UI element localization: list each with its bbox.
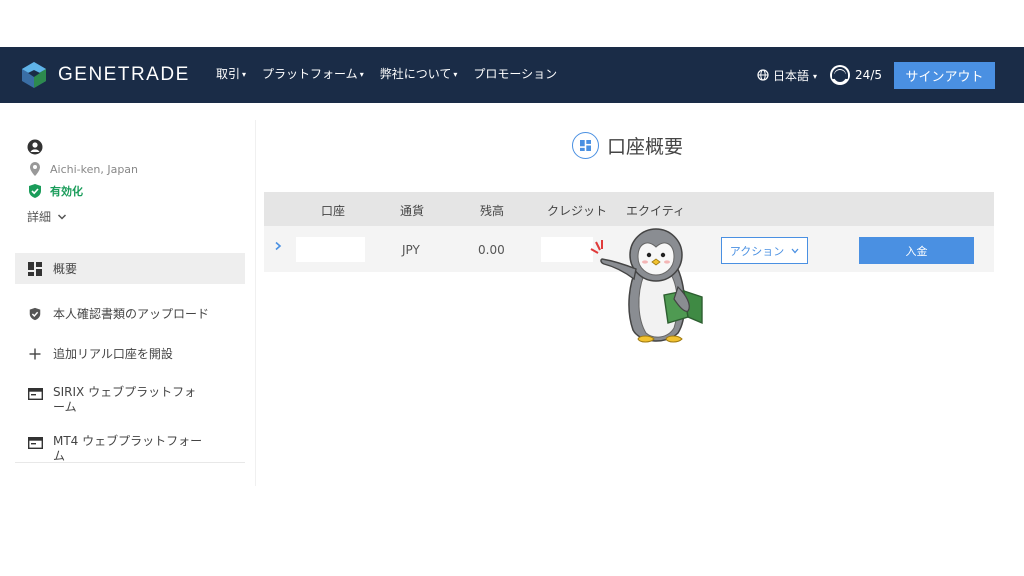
overview-icon (572, 132, 599, 159)
sidebar: Aichi-ken, Japan 有効化 詳細 概要 本人確認書類のアップロード… (15, 120, 245, 465)
sidebar-item-label: 概要 (53, 262, 78, 276)
sidebar-item-label: 追加リアル口座を開設 (53, 347, 173, 361)
dashboard-icon (27, 261, 43, 277)
column-header-equity: エクイティ (626, 204, 686, 218)
user-icon (27, 139, 43, 155)
genetrade-logo-icon (22, 62, 46, 88)
chevron-down-icon: ▾ (813, 71, 818, 81)
sidebar-divider (15, 462, 245, 463)
accounts-table-header: 口座 通貨 残高 クレジット エクイティ (264, 192, 994, 226)
action-dropdown-label: アクション (729, 244, 785, 258)
details-toggle[interactable]: 詳細 (27, 208, 138, 225)
balance-cell: 0.00 (478, 243, 505, 257)
logo-text: GENETRADE (58, 64, 190, 85)
nav-trading-label: 取引 (216, 67, 241, 81)
chevron-down-icon (791, 248, 799, 253)
sidebar-item-label: 本人確認書類のアップロード (53, 307, 210, 321)
header-right: 日本語 ▾ 24/5 サインアウト (757, 59, 995, 91)
sidebar-item-open-account[interactable]: 追加リアル口座を開設 (15, 345, 245, 362)
profile-panel: Aichi-ken, Japan 有効化 詳細 (27, 136, 138, 225)
signout-button[interactable]: サインアウト (894, 61, 995, 89)
account-number-cell (296, 237, 365, 262)
sidebar-item-label: MT4 ウェブプラットフォーム (53, 434, 203, 463)
status-badge: 有効化 (50, 185, 83, 198)
location-text: Aichi-ken, Japan (50, 162, 139, 176)
nav-platform-label: プラットフォーム (262, 67, 358, 81)
deposit-button[interactable]: 入金 (859, 237, 974, 264)
chevron-down-icon: ▾ (359, 70, 364, 79)
sidebar-item-upload-documents[interactable]: 本人確認書類のアップロード (15, 305, 245, 322)
sidebar-item-label: SIRIX ウェブプラットフォーム (53, 385, 197, 414)
column-header-credit: クレジット (547, 204, 608, 218)
expand-chevron-icon[interactable] (274, 240, 282, 254)
nav-about[interactable]: 弊社について ▾ (380, 65, 458, 82)
action-dropdown[interactable]: アクション (721, 237, 808, 264)
logo[interactable]: GENETRADE (20, 61, 190, 89)
sidebar-menu: 概要 本人確認書類のアップロード 追加リアル口座を開設 SIRIX ウェブプラッ… (15, 253, 245, 464)
sidebar-border (255, 120, 256, 486)
nav-promotion-label: プロモーション (473, 67, 558, 81)
globe-icon (757, 69, 769, 81)
page-title-text: 口座概要 (607, 136, 684, 158)
top-navigation-bar: GENETRADE 取引 ▾ プラットフォーム ▾ 弊社について ▾ プロモーシ… (0, 47, 1024, 103)
details-label: 詳細 (27, 210, 52, 224)
support-link[interactable]: 24/5 (829, 64, 882, 86)
sidebar-item-overview[interactable]: 概要 (15, 253, 245, 284)
sidebar-item-sirix-web[interactable]: SIRIX ウェブプラットフォーム (15, 385, 245, 415)
language-label: 日本語 (773, 68, 810, 83)
main-nav: 取引 ▾ プラットフォーム ▾ 弊社について ▾ プロモーション (216, 65, 557, 82)
page-title: 口座概要 (572, 132, 683, 159)
browser-window-icon (27, 435, 43, 451)
user-row (27, 136, 138, 158)
support-headset-icon (830, 65, 851, 85)
column-header-account: 口座 (321, 204, 346, 218)
nav-platform[interactable]: プラットフォーム ▾ (262, 65, 364, 82)
column-header-balance: 残高 (480, 204, 505, 218)
currency-cell: JPY (402, 243, 420, 257)
chevron-down-icon (57, 213, 67, 220)
sidebar-item-mt4-web[interactable]: MT4 ウェブプラットフォーム (15, 434, 245, 464)
plus-icon (27, 346, 43, 362)
location-row: Aichi-ken, Japan (27, 158, 138, 180)
browser-window-icon (27, 386, 43, 402)
nav-about-label: 弊社について (379, 67, 452, 81)
chevron-down-icon: ▾ (242, 70, 247, 79)
support-hours: 24/5 (855, 68, 882, 82)
language-selector[interactable]: 日本語 ▾ (757, 67, 817, 84)
shield-check-icon (27, 306, 43, 322)
status-row: 有効化 (27, 180, 138, 202)
column-header-currency: 通貨 (400, 204, 425, 218)
chevron-down-icon: ▾ (453, 70, 458, 79)
verified-shield-icon (29, 184, 41, 198)
credit-cell (541, 237, 593, 262)
location-pin-icon (30, 162, 40, 176)
nav-trading[interactable]: 取引 ▾ (216, 65, 246, 82)
penguin-mascot-illustration (590, 228, 703, 343)
nav-promotion[interactable]: プロモーション (473, 65, 557, 82)
